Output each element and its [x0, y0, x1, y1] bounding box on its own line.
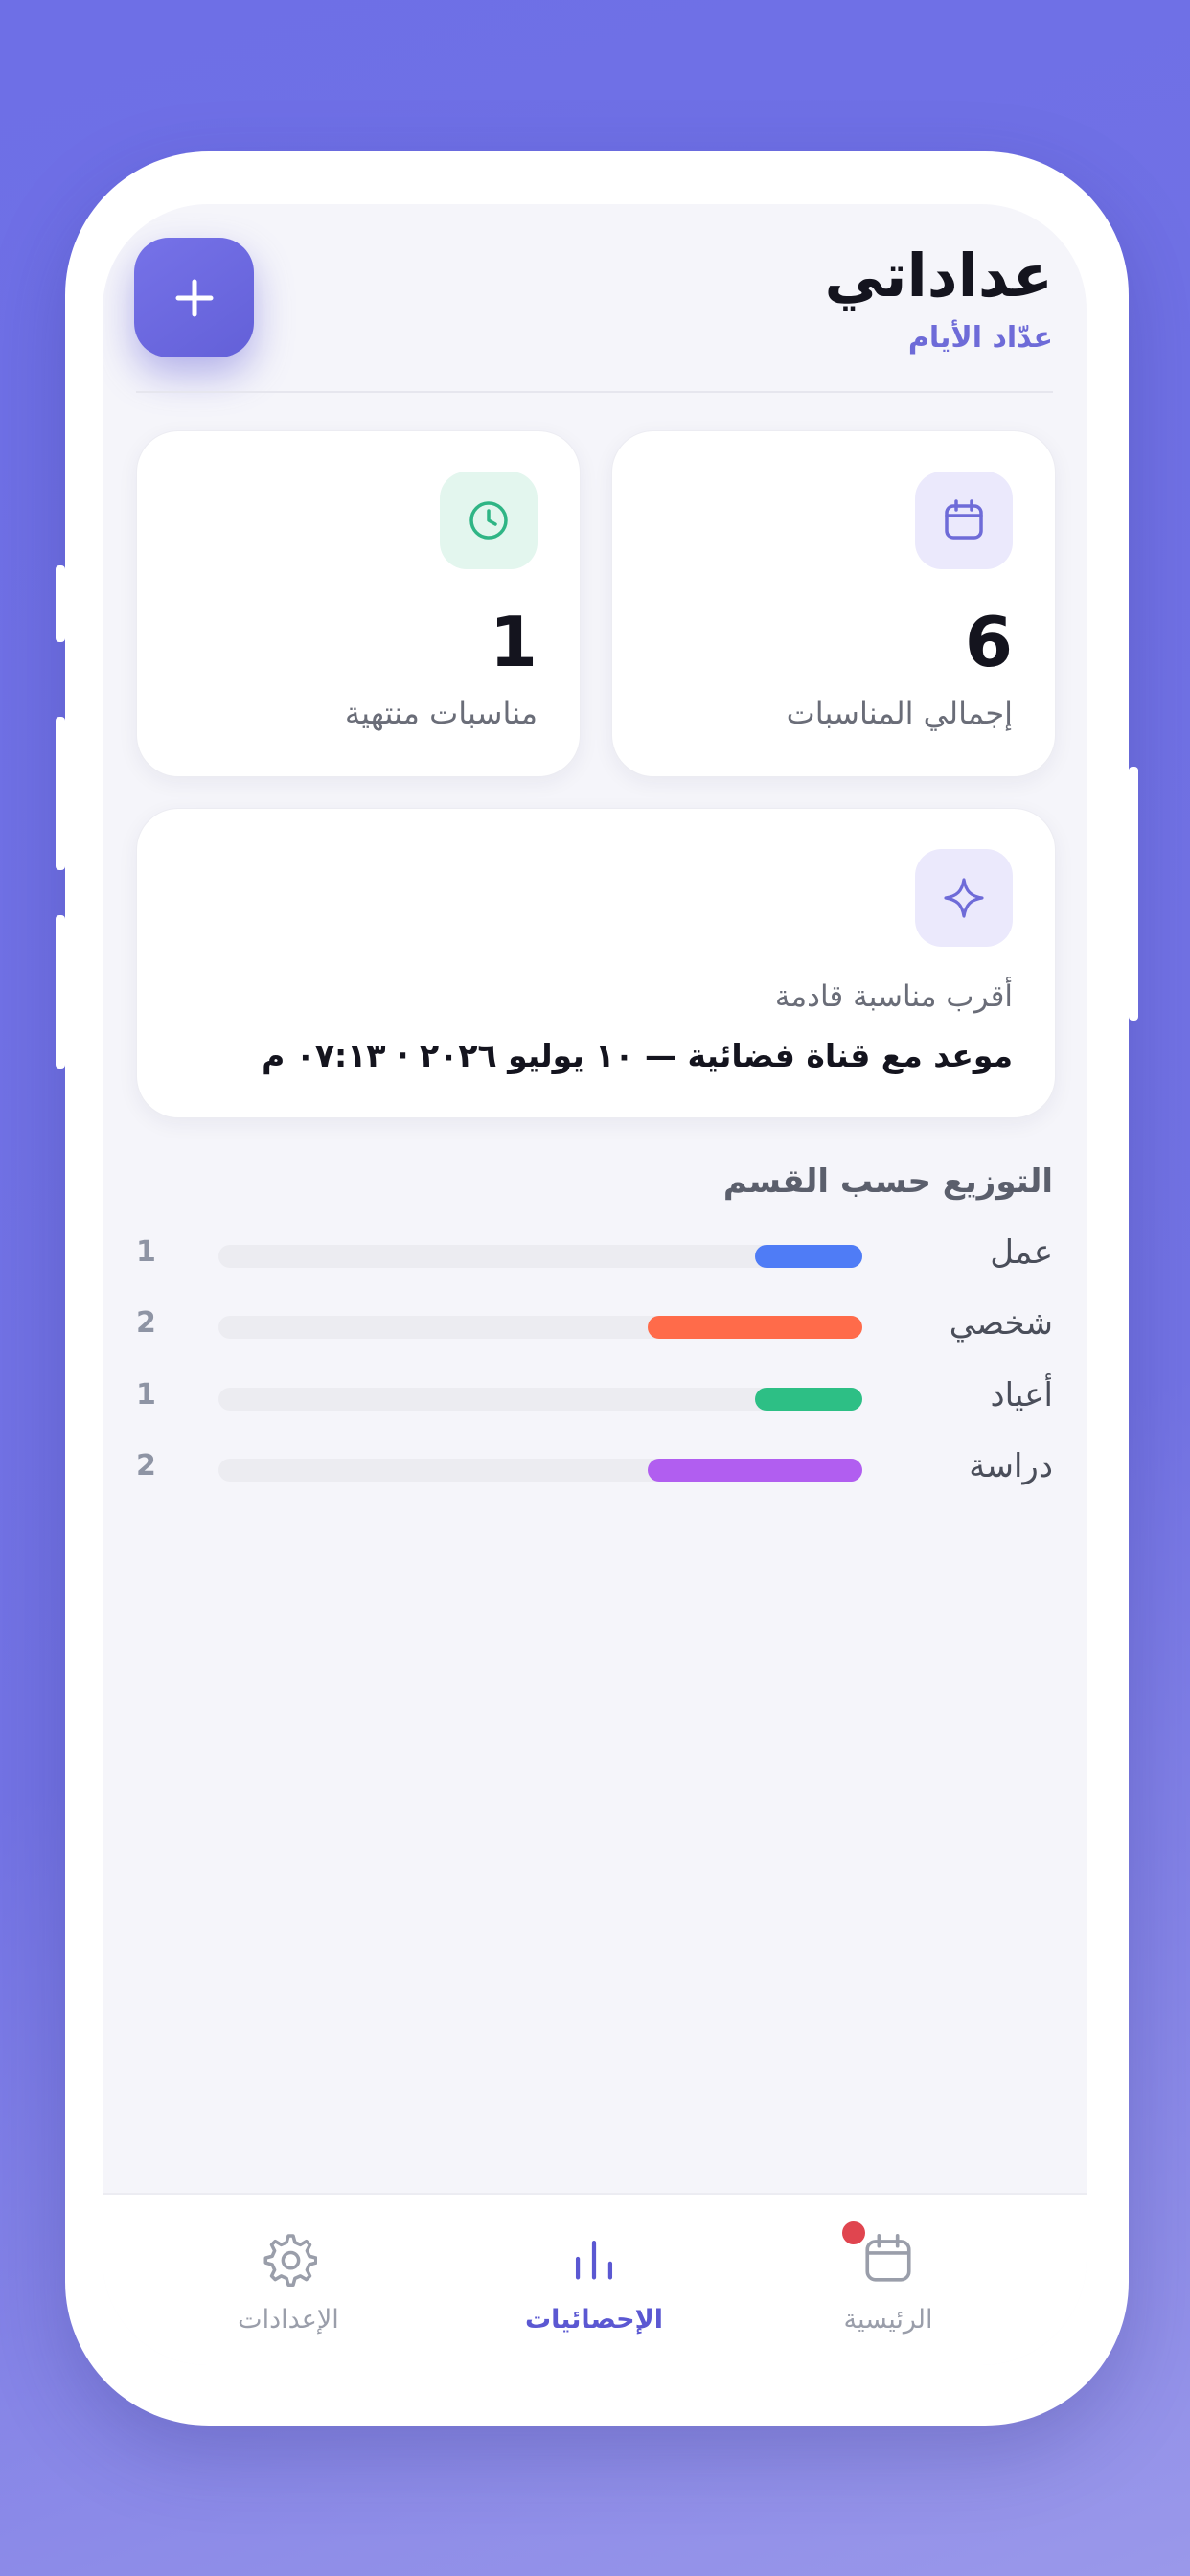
stat-label-ended: مناسبات منتهية [344, 695, 538, 731]
tab-label: الإعدادات [238, 2305, 339, 2334]
distribution-row: دراسة 2 [136, 1441, 1053, 1499]
distribution-count: 2 [136, 1306, 156, 1340]
app-screen: عداداتي عدّاد الأيام 6 إجمالي المناسبات … [103, 204, 1087, 2365]
distribution-bar-track [218, 1316, 862, 1339]
stat-icon-tile [915, 472, 1013, 569]
stat-label-total: إجمالي المناسبات [786, 695, 1013, 731]
next-event-value: موعد مع قناة فضائية — ١٠ يوليو ٢٠٢٦ · ٠٧… [262, 1037, 1013, 1074]
distribution-bar-track [218, 1459, 862, 1482]
distribution-bar-track [218, 1245, 862, 1268]
distribution-count: 1 [136, 1378, 156, 1412]
next-event-label: أقرب مناسبة قادمة [774, 979, 1013, 1014]
tab-home[interactable]: الرئيسية [773, 2195, 1003, 2365]
plus-icon [175, 279, 213, 316]
stat-icon-tile [440, 472, 538, 569]
distribution-label: أعياد [990, 1376, 1054, 1414]
tab-label: الإحصائيات [525, 2305, 663, 2334]
distribution-row: عمل 1 [136, 1228, 1053, 1285]
tab-settings[interactable]: الإعدادات [173, 2195, 403, 2365]
phone-side-button [56, 717, 65, 870]
phone-side-button [56, 565, 65, 642]
next-event-card[interactable]: أقرب مناسبة قادمة موعد مع قناة فضائية — … [136, 808, 1056, 1118]
page-subtitle: عدّاد الأيام [907, 321, 1053, 355]
distribution-row: شخصي 2 [136, 1299, 1053, 1356]
distribution-bar-track [218, 1388, 862, 1411]
stat-value-total: 6 [964, 602, 1013, 682]
distribution-label: شخصي [949, 1304, 1053, 1343]
clock-icon [469, 501, 508, 540]
distribution-row: أعياد 1 [136, 1370, 1053, 1428]
distribution-count: 2 [136, 1449, 156, 1483]
tab-statistics[interactable]: الإحصائيات [479, 2195, 709, 2365]
distribution-bar-fill [648, 1316, 862, 1339]
notification-dot [842, 2221, 865, 2244]
header: عداداتي عدّاد الأيام [103, 204, 1087, 393]
calendar-icon [865, 2234, 911, 2282]
distribution-label: دراسة [969, 1447, 1053, 1485]
distribution-label: عمل [990, 1233, 1053, 1272]
gear-icon [263, 2234, 317, 2287]
stat-card-ended: 1 مناسبات منتهية [136, 430, 581, 777]
sparkle-icon [944, 878, 984, 918]
stat-value-ended: 1 [489, 602, 538, 682]
phone-side-button [56, 915, 65, 1069]
add-button[interactable] [134, 238, 254, 357]
next-event-icon-tile [915, 849, 1013, 947]
tab-bar: الرئيسية الإحصائيات الإعدادات [103, 2193, 1087, 2365]
page-title: عداداتي [824, 241, 1054, 310]
distribution-title: التوزيع حسب القسم [722, 1162, 1053, 1201]
stat-card-total: 6 إجمالي المناسبات [611, 430, 1056, 777]
calendar-icon [945, 499, 983, 540]
bar-chart-icon [575, 2240, 613, 2280]
phone-side-button [1129, 767, 1138, 1021]
header-divider [136, 391, 1053, 393]
tab-label: الرئيسية [843, 2305, 933, 2334]
distribution-bar-fill [755, 1245, 862, 1268]
distribution-bar-fill [755, 1388, 862, 1411]
distribution-count: 1 [136, 1235, 156, 1269]
distribution-bar-fill [648, 1459, 862, 1482]
